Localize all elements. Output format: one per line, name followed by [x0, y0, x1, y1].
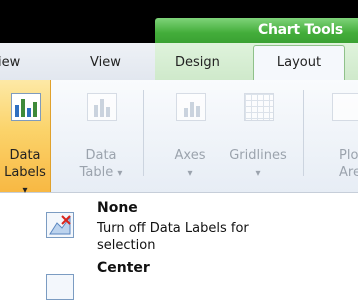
plot-area-icon	[332, 93, 358, 121]
ribbon-group-separator	[303, 90, 304, 176]
axes-label: Axes	[174, 148, 206, 163]
no-data-labels-icon	[46, 212, 74, 238]
data-labels-icon	[11, 93, 41, 121]
data-labels-button[interactable]: Data Labels ▾	[0, 80, 51, 196]
plot-area-button[interactable]: Plo Are	[322, 80, 358, 190]
menu-item-none[interactable]: None Turn off Data Labels for selection	[0, 198, 358, 260]
menu-item-title: Center	[97, 260, 150, 276]
tab-review[interactable]: iew	[0, 55, 20, 70]
menu-item-description: Turn off Data Labels for selection	[97, 221, 249, 253]
tab-layout[interactable]: Layout	[253, 45, 345, 81]
data-table-line1: Data	[85, 148, 117, 163]
ribbon-panel: Data Labels ▾ Data Table ▾ Axes ▾ Gridli…	[0, 80, 358, 196]
gridlines-button[interactable]: Gridlines ▾	[228, 80, 288, 190]
axes-icon	[176, 93, 206, 121]
plot-area-line1: Plo	[339, 148, 358, 163]
tab-layout-label: Layout	[276, 55, 322, 70]
menu-item-title: None	[97, 200, 138, 216]
data-table-button[interactable]: Data Table ▾	[76, 80, 126, 190]
plot-area-line2: Are	[339, 165, 358, 180]
chevron-down-icon: ▾	[187, 168, 193, 179]
axes-button[interactable]: Axes ▾	[168, 80, 212, 190]
gridlines-icon	[244, 93, 274, 121]
chevron-down-icon: ▾	[255, 168, 261, 179]
ribbon-tab-row: iew View Design Layout	[0, 43, 358, 81]
menu-item-center[interactable]: Center	[0, 260, 358, 300]
chevron-down-icon: ▾	[117, 168, 123, 179]
gridlines-label: Gridlines	[229, 148, 287, 163]
chart-tools-label: Chart Tools	[258, 22, 343, 38]
chevron-down-icon: ▾	[22, 185, 28, 196]
ribbon-group-separator	[143, 90, 144, 176]
chart-tools-context-header: Chart Tools	[155, 18, 358, 43]
tab-design[interactable]: Design	[175, 55, 220, 70]
center-data-labels-icon	[46, 274, 74, 300]
data-table-icon	[87, 93, 117, 121]
data-labels-line1: Data	[9, 148, 41, 163]
data-labels-line2: Labels	[4, 165, 46, 180]
tab-view[interactable]: View	[90, 55, 121, 70]
data-table-line2: Table	[79, 165, 114, 180]
